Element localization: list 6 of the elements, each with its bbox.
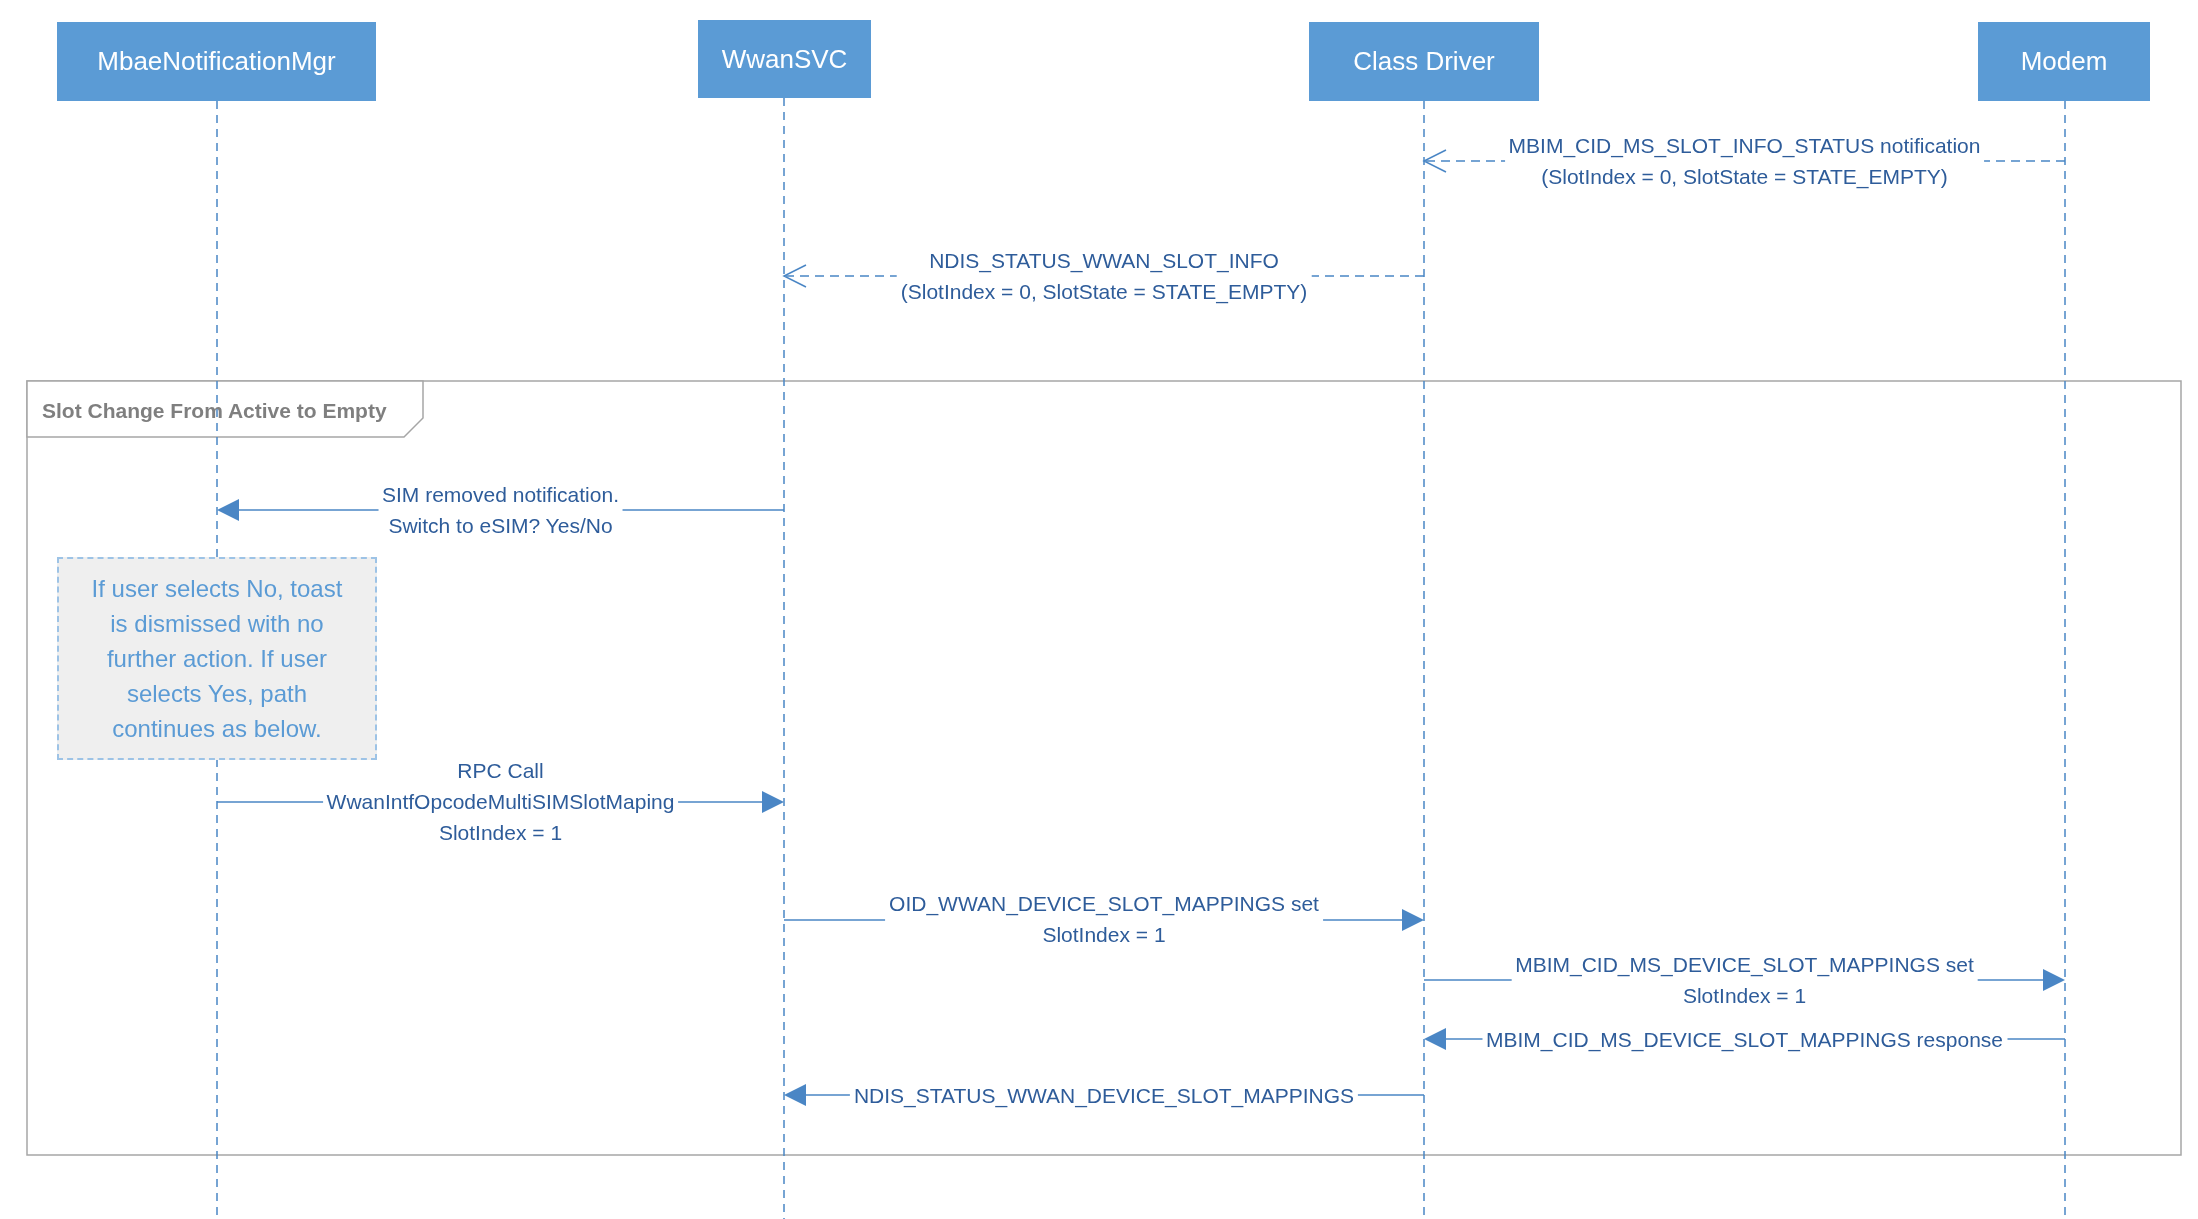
participant-box: Class Driver — [1309, 22, 1539, 101]
participant-box: Modem — [1978, 22, 2150, 101]
participant-box: WwanSVC — [698, 20, 871, 98]
participant-box: MbaeNotificationMgr — [57, 22, 376, 101]
note-box: If user selects No, toast is dismissed with no further action. If user selects Yes, path continues as below. — [57, 557, 377, 760]
fragment-label: Slot Change From Active to Empty — [42, 398, 387, 424]
